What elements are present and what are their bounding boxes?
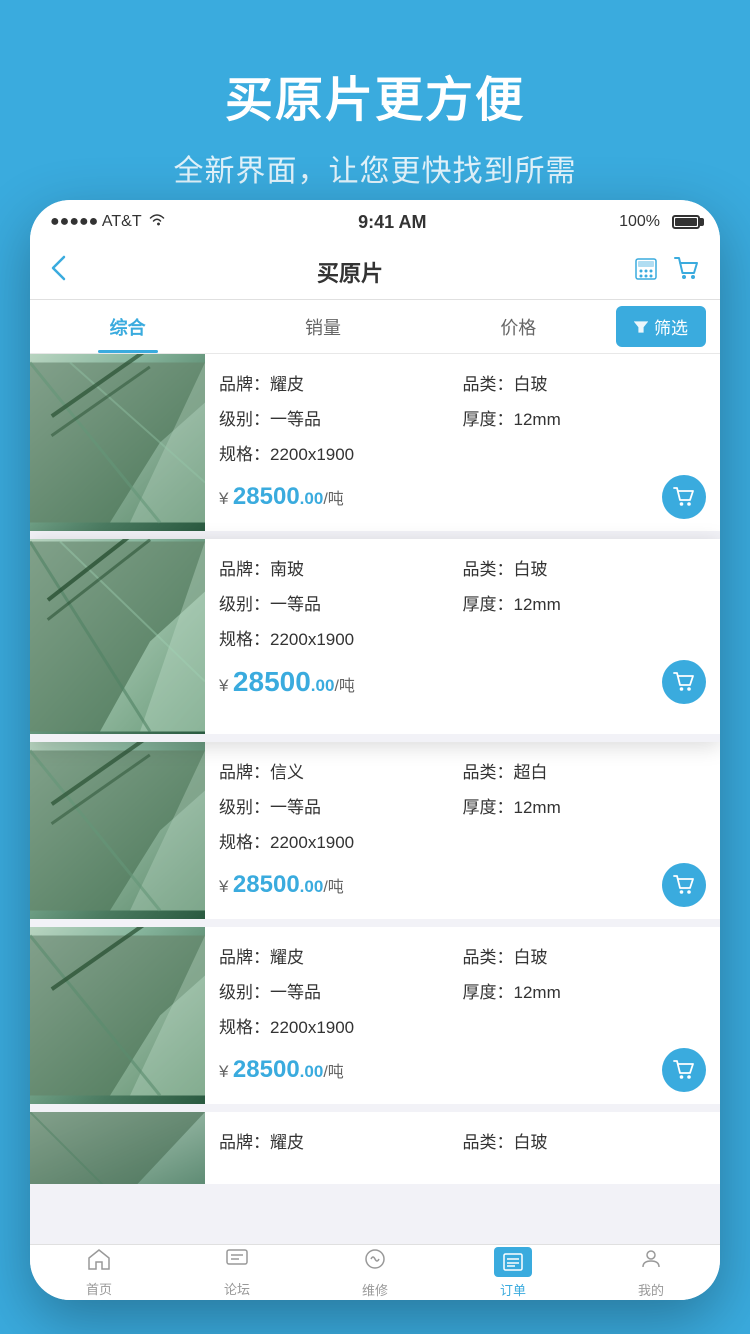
add-to-cart-button[interactable] [662, 475, 706, 519]
tab-forum-label: 论坛 [224, 1279, 250, 1298]
thickness-item: 厚度：12mm [463, 978, 707, 1003]
product-details: 品牌：信义 品类：超白 级别：一等品 厚度：12mm 规格：2200x1900 [205, 742, 720, 919]
grade-thickness-row: 级别：一等品 厚度：12mm [219, 793, 706, 818]
spec-row: 规格：2200x1900 [219, 828, 706, 853]
add-to-cart-button[interactable] [662, 1048, 706, 1092]
sort-bar: 综合 销量 价格 筛选 [30, 300, 720, 354]
carrier-text: ●●●●● AT&T [50, 213, 142, 231]
tab-home-label: 首页 [86, 1279, 112, 1298]
forum-icon [225, 1248, 249, 1276]
grade-thickness-row: 级别：一等品 厚度：12mm [219, 590, 706, 615]
add-to-cart-button[interactable] [662, 660, 706, 704]
tab-repair[interactable]: 维修 [306, 1247, 444, 1299]
brand-category-row: 品牌：耀皮 品类：白玻 [219, 943, 706, 968]
product-details: 品牌：南玻 品类：白玻 级别：一等品 厚度：12mm 规格：2200x1900 [205, 539, 720, 734]
price-row: ¥ 28500.00/吨 [219, 863, 706, 907]
product-image [30, 927, 205, 1104]
product-item-highlighted[interactable]: 品牌：南玻 品类：白玻 级别：一等品 厚度：12mm 规格：2200x1900 [30, 539, 720, 742]
price-row: ¥ 28500.00/吨 [219, 1048, 706, 1092]
wifi-icon [148, 213, 166, 232]
repair-icon [363, 1247, 387, 1277]
spec-row: 规格：2200x1900 [219, 625, 706, 650]
battery-pct: 100% [619, 213, 660, 231]
price-row: ¥ 28500.00/吨 [219, 660, 706, 704]
brand-item: 品牌：耀皮 [219, 943, 463, 968]
product-item-partial[interactable]: 品牌：耀皮 品类：白玻 [30, 1112, 720, 1192]
price-display: ¥ 28500.00/吨 [219, 871, 344, 899]
product-image [30, 742, 205, 919]
product-image [30, 1112, 205, 1192]
thickness-item: 厚度：12mm [463, 793, 707, 818]
filter-button[interactable]: 筛选 [616, 306, 706, 347]
category-item: 品类：白玻 [463, 370, 707, 395]
brand-item: 品牌：耀皮 [219, 1128, 463, 1153]
brand-category-row: 品牌：南玻 品类：白玻 [219, 555, 706, 580]
mine-icon [639, 1247, 663, 1277]
tab-bar: 首页 论坛 维修 [30, 1244, 720, 1300]
product-item[interactable]: 品牌：耀皮 品类：白玻 级别：一等品 厚度：12mm 规格：2200x1900 [30, 354, 720, 539]
add-to-cart-button[interactable] [662, 863, 706, 907]
thickness-item: 厚度：12mm [463, 590, 707, 615]
tab-mine-label: 我的 [638, 1280, 664, 1299]
product-image [30, 539, 205, 734]
tab-mine[interactable]: 我的 [582, 1247, 720, 1299]
status-right: 100% [619, 213, 700, 231]
grade-item: 级别：一等品 [219, 793, 463, 818]
tab-repair-label: 维修 [362, 1280, 388, 1299]
calculator-icon[interactable] [634, 257, 658, 287]
brand-category-row: 品牌：信义 品类：超白 [219, 758, 706, 783]
grade-thickness-row: 级别：一等品 厚度：12mm [219, 978, 706, 1003]
home-icon [87, 1248, 111, 1276]
order-icon [494, 1247, 532, 1277]
tab-order[interactable]: 订单 [444, 1247, 582, 1299]
promo-area: 买原片更方便 全新界面，让您更快找到所需 [0, 0, 750, 190]
brand-item: 品牌：耀皮 [219, 370, 463, 395]
product-item[interactable]: 品牌：耀皮 品类：白玻 级别：一等品 厚度：12mm 规格：2200x1900 [30, 927, 720, 1112]
product-item[interactable]: 品牌：信义 品类：超白 级别：一等品 厚度：12mm 规格：2200x1900 [30, 742, 720, 927]
price-row: ¥ 28500.00/吨 [219, 475, 706, 519]
category-item: 品类：超白 [463, 758, 707, 783]
promo-subtitle: 全新界面，让您更快找到所需 [0, 146, 750, 190]
sort-tab-price[interactable]: 价格 [421, 300, 616, 353]
price-display: ¥ 28500.00/吨 [219, 1056, 344, 1084]
grade-thickness-row: 级别：一等品 厚度：12mm [219, 405, 706, 430]
sort-tab-sales[interactable]: 销量 [225, 300, 420, 353]
thickness-item: 厚度：12mm [463, 405, 707, 430]
brand-category-row: 品牌：耀皮 品类：白玻 [219, 1128, 706, 1153]
price-display: ¥ 28500.00/吨 [219, 483, 344, 511]
product-image [30, 354, 205, 531]
grade-item: 级别：一等品 [219, 978, 463, 1003]
product-list: 品牌：耀皮 品类：白玻 级别：一等品 厚度：12mm 规格：2200x1900 [30, 354, 720, 1244]
grade-item: 级别：一等品 [219, 405, 463, 430]
back-button[interactable] [50, 255, 66, 288]
brand-item: 品牌：南玻 [219, 555, 463, 580]
tab-order-label: 订单 [500, 1280, 526, 1299]
product-details-partial: 品牌：耀皮 品类：白玻 [205, 1112, 720, 1184]
nav-bar: 买原片 [30, 244, 720, 300]
category-item: 品类：白玻 [463, 943, 707, 968]
category-item: 品类：白玻 [463, 1128, 707, 1153]
cart-icon[interactable] [674, 257, 700, 287]
tab-forum[interactable]: 论坛 [168, 1248, 306, 1298]
battery-icon [672, 215, 700, 229]
category-item: 品类：白玻 [463, 555, 707, 580]
status-bar: ●●●●● AT&T 9:41 AM 100% [30, 200, 720, 244]
promo-title: 买原片更方便 [0, 60, 750, 130]
sort-tab-comprehensive[interactable]: 综合 [30, 300, 225, 353]
spec-row: 规格：2200x1900 [219, 440, 706, 465]
grade-item: 级别：一等品 [219, 590, 463, 615]
status-time: 9:41 AM [358, 212, 426, 233]
nav-title: 买原片 [317, 256, 383, 288]
brand-item: 品牌：信义 [219, 758, 463, 783]
nav-icons [634, 257, 700, 287]
product-details: 品牌：耀皮 品类：白玻 级别：一等品 厚度：12mm 规格：2200x1900 [205, 354, 720, 531]
brand-category-row: 品牌：耀皮 品类：白玻 [219, 370, 706, 395]
phone-frame: ●●●●● AT&T 9:41 AM 100% 买原片 [30, 200, 720, 1300]
spec-row: 规格：2200x1900 [219, 1013, 706, 1038]
status-left: ●●●●● AT&T [50, 213, 166, 232]
price-display: ¥ 28500.00/吨 [219, 666, 355, 698]
product-details: 品牌：耀皮 品类：白玻 级别：一等品 厚度：12mm 规格：2200x1900 [205, 927, 720, 1104]
tab-home[interactable]: 首页 [30, 1248, 168, 1298]
